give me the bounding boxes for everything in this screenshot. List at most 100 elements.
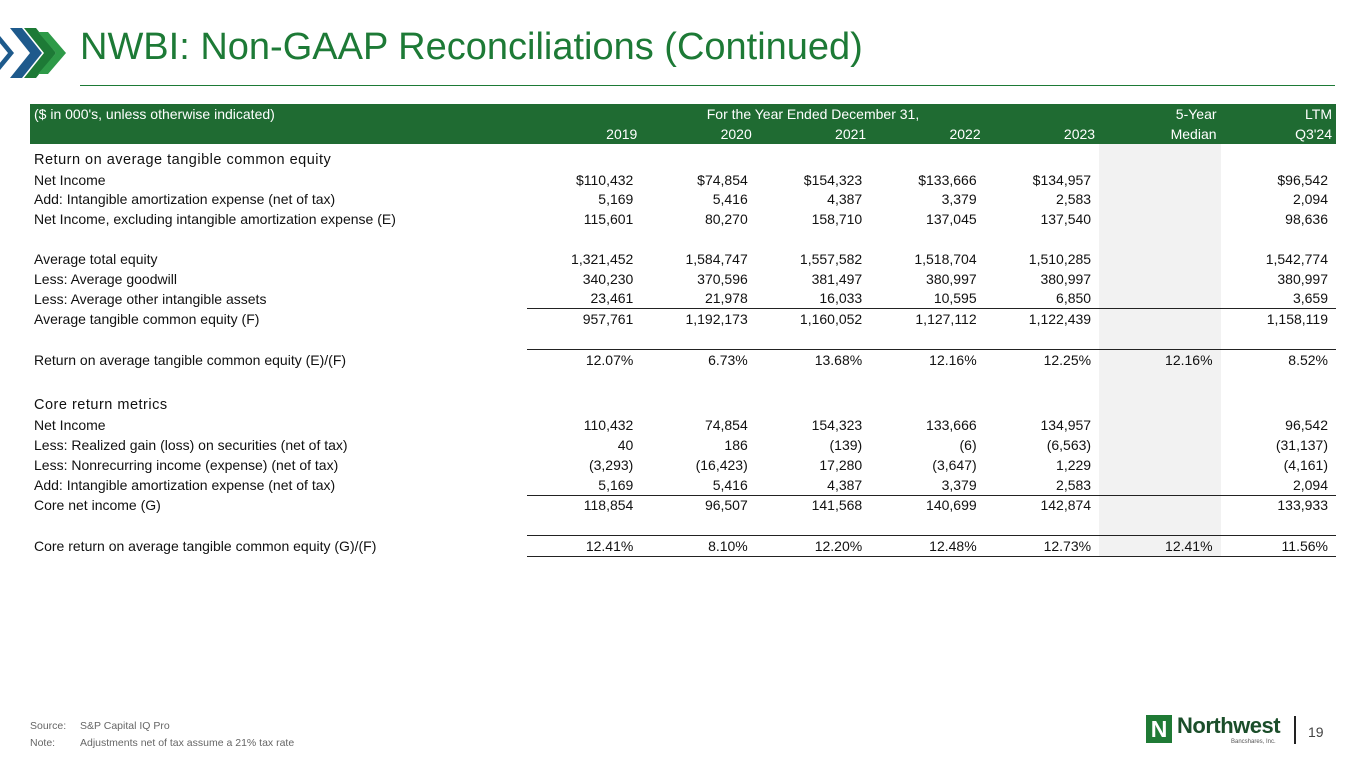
value-cell: 1,321,452 [571,250,634,267]
value-cell: 118,854 [583,497,634,514]
ltm-cell: 98,636 [1285,211,1328,228]
page-number: 19 [1308,724,1324,740]
value-cell: 8.10% [641,535,756,557]
value-cell: 134,957 [1040,417,1092,434]
value-cell: 2,583 [984,474,1100,496]
value-cell: 5,416 [641,474,756,496]
median-cell [1099,515,1221,536]
empty-cell [985,390,1099,416]
value-cell: 74,854 [704,417,748,434]
spacer-cell [1221,515,1336,535]
ltm-cell: 11.56% [1220,535,1336,557]
table-row: Add: Intangible amortization expense (ne… [30,189,1336,210]
year-header: 2022 [870,124,985,144]
footnote-key: Source: [30,720,67,732]
value-cell: 381,497 [811,270,863,287]
median-cell [1099,268,1221,289]
value-cell: $134,957 [1032,171,1092,188]
value-cell: 5,416 [712,191,748,208]
value-cell: 1,229 [1056,456,1092,473]
median-cell [1099,248,1221,269]
value-cell: 158,710 [811,211,863,228]
row-label: Less: Average other intangible assets [34,290,267,307]
footnote-text: Adjustments net of tax assume a 21% tax … [80,737,295,749]
spacer-cell [756,329,870,349]
value-cell: 1,584,747 [685,250,748,267]
spacer-cell [870,229,984,249]
table-row: Return on average tangible common equity… [30,348,1336,370]
empty-cell [641,144,755,170]
value-cell: 2,583 [1056,191,1092,208]
spacer-cell [985,329,1099,349]
value-cell: $74,854 [697,171,748,188]
empty-cell [527,144,641,170]
table-row: Less: Realized gain (loss) on securities… [30,435,1336,455]
median-cell [1099,415,1221,436]
page-number-divider [1294,716,1296,744]
value-cell: 40 [617,437,634,454]
table-row: Core return on average tangible common e… [30,535,1336,557]
chevron-arrows-icon [0,28,66,78]
table-row: Less: Average goodwill 340,230 370,596 381,… [30,268,1336,289]
row-label: Return on average tangible common equity… [34,351,347,368]
spacer-cell [756,229,870,249]
median-cell [1099,169,1221,190]
empty-cell [985,144,1099,170]
ltm-cell: $96,542 [1277,171,1328,188]
ltm-cell: 8.52% [1220,348,1336,370]
value-cell: 4,387 [755,474,871,496]
value-cell: 12.25% [984,348,1100,370]
units-note: ($ in 000's, unless otherwise indicated) [30,104,527,124]
value-cell: 140,699 [926,497,977,514]
ltm-cell: 2,094 [1220,474,1336,496]
row-label: Core net income (G) [34,497,161,514]
ltm-header-bottom: Q3'24 [1220,124,1336,144]
spacer-cell [985,515,1099,535]
value-cell: 12.16% [870,348,985,370]
ltm-cell: 1,158,119 [1266,311,1328,328]
median-cell [1099,435,1221,455]
value-cell: 380,997 [1040,270,1092,287]
empty-cell [641,390,755,416]
value-cell: 6,850 [984,288,1100,310]
spacer-cell [870,370,984,390]
empty-cell [870,144,984,170]
spacer-cell [870,515,984,535]
value-cell: 21,978 [641,288,756,310]
median-cell [1099,495,1221,516]
median-cell [1099,288,1221,310]
spacer-cell [985,229,1099,249]
value-cell: 1,510,285 [1028,250,1092,267]
reconciliation-table: ($ in 000's, unless otherwise indicated)… [30,104,1336,557]
row-label: Net Income [34,171,106,188]
median-cell [1099,329,1221,350]
table-row: Average total equity 1,321,452 1,584,747 1,… [30,248,1336,269]
table-row: Less: Nonrecurring income (expense) (net… [30,454,1336,475]
logo-name: Northwest [1177,713,1281,738]
median-cell: 12.41% [1099,535,1221,557]
median-cell [1099,389,1221,416]
value-cell: 154,323 [811,417,863,434]
value-cell: (6,563) [1046,437,1092,454]
spacer-cell [1221,370,1336,390]
median-header-bottom: Median [1099,124,1221,144]
value-cell: 3,379 [941,191,977,208]
row-label: Core return on average tangible common e… [34,538,377,555]
value-cell: 3,379 [870,474,985,496]
value-cell: 957,761 [582,311,634,328]
year-header: 2019 [526,124,642,144]
table-row: Add: Intangible amortization expense (ne… [30,474,1336,496]
value-cell: 1,557,582 [799,250,863,267]
ltm-cell: 133,933 [1277,497,1328,514]
empty-cell [1221,390,1336,416]
value-cell: 17,280 [819,456,863,473]
footnotes: Source: S&P Capital IQ Pro Note: Adjustmen… [30,718,294,752]
median-cell [1099,229,1221,249]
value-cell: 12.07% [526,348,642,370]
ltm-cell: 1,542,774 [1265,250,1328,267]
spacer-cell [30,515,527,535]
value-cell: 137,540 [1040,211,1092,228]
row-label: Net Income, excluding intangible amortiz… [34,211,396,228]
spacer-cell [641,329,755,349]
ltm-cell: 3,659 [1220,288,1336,310]
